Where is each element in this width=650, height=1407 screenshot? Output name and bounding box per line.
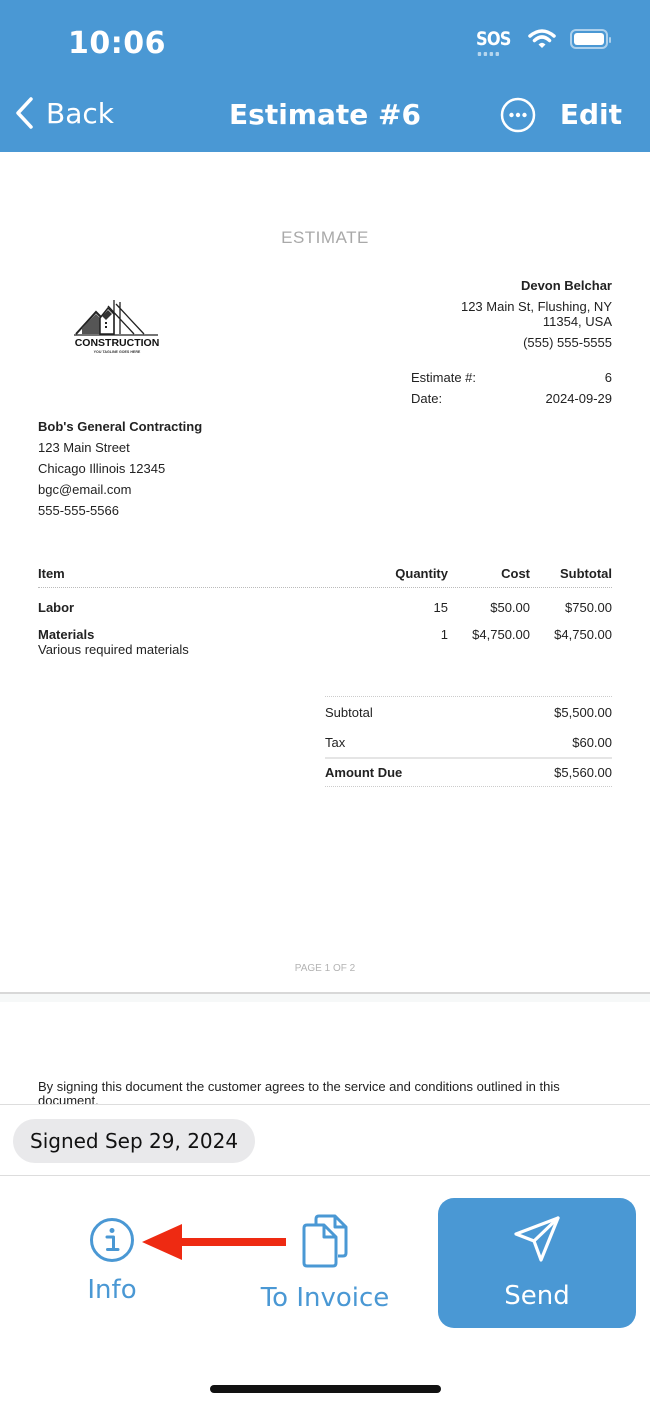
page-title: Estimate #6 <box>229 98 421 131</box>
item-name: Materials <box>38 627 95 642</box>
item-quantity: 15 <box>433 600 448 615</box>
client-address-line1: 123 Main St, Flushing, NY <box>460 299 612 314</box>
item-cost: $50.00 <box>490 600 530 615</box>
item-description: Various required materials <box>38 642 189 657</box>
meta-label: Date: <box>411 391 443 406</box>
signed-bar: Signed Sep 29, 2024 <box>0 1104 650 1176</box>
edit-button[interactable]: Edit <box>560 98 622 131</box>
meta-row-date: Date: 2024-09-29 <box>411 391 612 412</box>
client-address-line2: 11354, USA <box>542 314 612 329</box>
totals-amount-due: Amount Due $5,560.00 <box>325 757 612 787</box>
header-item: Item <box>38 566 65 581</box>
info-button[interactable]: Info <box>82 1217 142 1305</box>
company-name: Bob's General Contracting <box>38 419 203 434</box>
amount-due-label: Amount Due <box>325 765 403 780</box>
documents-icon <box>302 1214 348 1268</box>
sos-icon: SOS <box>476 28 512 56</box>
amount-due-value: $5,560.00 <box>554 765 612 780</box>
meta-value: 6 <box>604 370 612 385</box>
send-button[interactable]: Send <box>438 1198 636 1328</box>
subtotal-value: $5,500.00 <box>554 704 612 720</box>
company-city: Chicago Illinois 12345 <box>38 461 166 476</box>
more-options-button[interactable] <box>500 97 536 133</box>
wifi-icon <box>528 29 556 48</box>
item-subtotal: $750.00 <box>565 600 612 615</box>
totals-subtotal: Subtotal $5,500.00 <box>325 697 612 727</box>
client-phone: (555) 555-5555 <box>523 335 612 350</box>
header: 10:06 SOS Back Estimate #6 Edit <box>0 0 650 152</box>
meta-row-estimate-number: Estimate #: 6 <box>411 370 612 391</box>
action-bar: Info To Invoice Send <box>0 1177 650 1407</box>
page-gap <box>0 994 650 1002</box>
header-subtotal: Subtotal <box>560 566 612 581</box>
subtotal-label: Subtotal <box>325 704 373 720</box>
logo-brand: CONSTRUCTION <box>75 337 160 349</box>
status-icons: SOS <box>473 28 611 56</box>
paper-plane-icon <box>514 1216 560 1262</box>
company-info: Bob's General Contracting 123 Main Stree… <box>38 419 202 524</box>
company-street: 123 Main Street <box>38 440 130 455</box>
signed-status-badge: Signed Sep 29, 2024 <box>13 1119 256 1163</box>
meta-label: Estimate #: <box>411 370 477 385</box>
status-time: 10:06 <box>68 26 166 61</box>
tax-value: $60.00 <box>572 734 612 750</box>
sos-label: SOS <box>476 28 512 50</box>
send-label: Send <box>504 1281 570 1311</box>
line-items-table: Item Quantity Cost Subtotal Labor 15 $50… <box>38 566 612 657</box>
client-info: Devon Belchar 123 Main St, Flushing, NY … <box>461 278 612 350</box>
table-header: Item Quantity Cost Subtotal <box>38 566 612 588</box>
tax-label: Tax <box>325 734 346 750</box>
totals-tax: Tax $60.00 <box>325 727 612 757</box>
home-indicator[interactable] <box>210 1385 441 1393</box>
item-subtotal: $4,750.00 <box>554 627 612 642</box>
item-name: Labor <box>38 600 75 615</box>
info-label: Info <box>87 1275 137 1305</box>
table-row: Labor 15 $50.00 $750.00 <box>38 600 612 615</box>
to-invoice-button[interactable]: To Invoice <box>255 1213 395 1313</box>
document-title: ESTIMATE <box>281 228 369 247</box>
company-phone: 555-555-5566 <box>38 503 119 518</box>
battery-icon <box>570 29 611 49</box>
info-icon <box>90 1218 134 1262</box>
header-quantity: Quantity <box>395 566 448 581</box>
estimate-meta: Estimate #: 6 Date: 2024-09-29 <box>411 370 612 412</box>
client-name: Devon Belchar <box>520 278 612 293</box>
item-quantity: 1 <box>440 627 448 642</box>
totals-section: Subtotal $5,500.00 Tax $60.00 Amount Due… <box>325 696 612 787</box>
construction-logo: CONSTRUCTION YOU TAGLINE GOES HERE <box>74 300 160 354</box>
logo-tagline: YOU TAGLINE GOES HERE <box>94 350 141 354</box>
to-invoice-label: To Invoice <box>260 1283 390 1313</box>
table-row: Materials Various required materials 1 $… <box>38 627 612 657</box>
item-cost: $4,750.00 <box>472 627 530 642</box>
company-email: bgc@email.com <box>38 482 132 497</box>
header-cost: Cost <box>501 566 530 581</box>
meta-value: 2024-09-29 <box>545 391 613 406</box>
terms-text: By signing this document the customer ag… <box>38 1080 560 1106</box>
page-indicator: PAGE 1 OF 2 <box>294 963 356 974</box>
